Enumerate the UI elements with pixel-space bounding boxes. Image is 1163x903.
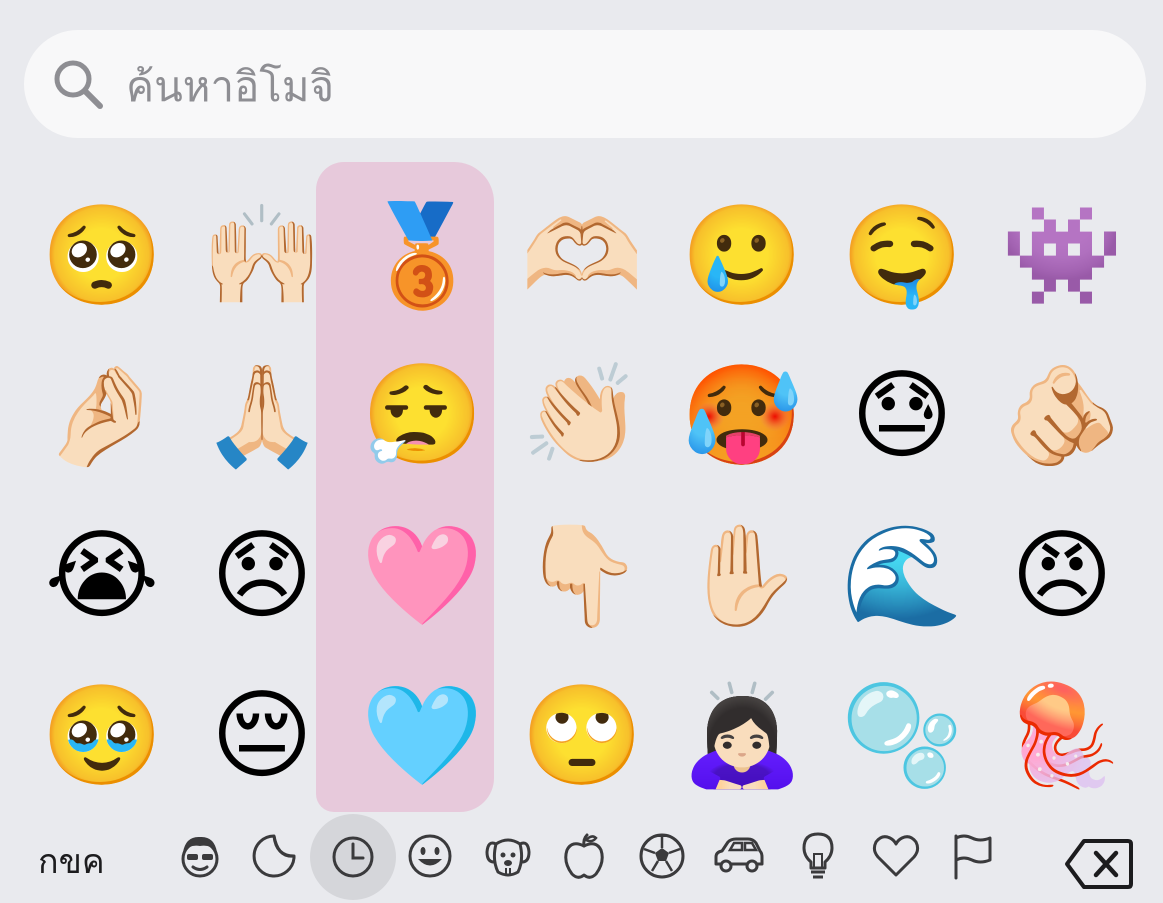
emoji-pleading-face[interactable]: 🥺 [22,176,182,336]
emoji-bubbles[interactable]: 🫧 [822,656,982,816]
category-flags[interactable] [940,824,1004,888]
clock-icon [332,836,374,878]
emoji-medal[interactable]: 🥉 [342,176,502,336]
emoji-face-exhaling[interactable]: 😮‍💨 [342,336,502,496]
emoji-pensive-face[interactable]: 😔 [182,656,342,816]
category-food[interactable] [552,824,616,888]
flag-icon [954,834,992,880]
apple-icon [564,833,604,879]
emoji-grid: 🥺 🙌🏻 🥉 🫶🏻 🥲 🤤 👾 🤌🏻 🙏🏻 😮‍💨 👏🏻 🥵 😓 🫵🏻 😭 😞 … [22,176,1142,816]
emoji-holding-back-tears[interactable]: 🥹 [22,656,182,816]
emoji-pointing-down[interactable]: 👇🏻 [502,496,662,656]
car-icon [714,837,764,873]
emoji-pink-heart[interactable]: 🩷 [342,496,502,656]
heart-icon [872,835,920,877]
category-stickers[interactable] [242,824,306,888]
emoji-smiling-tear[interactable]: 🥲 [662,176,822,336]
emoji-loudly-crying[interactable]: 😭 [22,496,182,656]
smiley-icon [408,834,452,878]
emoji-bowing-woman[interactable]: 🙇🏻‍♀️ [662,656,822,816]
emoji-rolling-eyes[interactable]: 🙄 [502,656,662,816]
emoji-downcast-sweat[interactable]: 😓 [822,336,982,496]
category-activity[interactable] [630,824,694,888]
emoji-hot-face[interactable]: 🥵 [662,336,822,496]
sticker-icon [252,834,296,878]
soccer-ball-icon [639,833,685,879]
search-icon [54,60,103,109]
emoji-drooling-face[interactable]: 🤤 [822,176,982,336]
emoji-light-blue-heart[interactable]: 🩵 [342,656,502,816]
category-travel[interactable] [706,824,770,888]
emoji-clapping-hands[interactable]: 👏🏻 [502,336,662,496]
emoji-alien-monster[interactable]: 👾 [982,176,1142,336]
category-objects[interactable] [786,824,850,888]
category-memoji-stickers[interactable] [168,824,232,888]
category-symbols[interactable] [864,824,928,888]
category-smileys[interactable] [398,824,462,888]
category-frequently-used[interactable] [310,814,396,900]
emoji-folded-hands[interactable]: 🙏🏻 [182,336,342,496]
emoji-pointing-at-viewer[interactable]: 🫵🏻 [982,336,1142,496]
lightbulb-icon [802,832,834,879]
emoji-category-bar: กขค [0,814,1163,903]
emoji-palms-up[interactable]: 🫶🏻 [502,176,662,336]
emoji-disappointed-face[interactable]: 😞 [182,496,342,656]
emoji-raised-hand[interactable]: ✋🏻 [662,496,822,656]
emoji-jellyfish[interactable]: 🪼 [982,656,1142,816]
emoji-angry-face[interactable]: 😠 [982,496,1142,656]
memoji-icon [181,836,219,878]
emoji-search-input[interactable] [126,52,1106,120]
emoji-keyboard: 🥺 🙌🏻 🥉 🫶🏻 🥲 🤤 👾 🤌🏻 🙏🏻 😮‍💨 👏🏻 🥵 😓 🫵🏻 😭 😞 … [0,0,1163,903]
dog-icon [485,838,531,877]
backspace-icon[interactable] [1064,838,1134,890]
category-animals[interactable] [476,824,540,888]
emoji-water-wave[interactable]: 🌊 [822,496,982,656]
emoji-raising-hands[interactable]: 🙌🏻 [182,176,342,336]
emoji-pinched-fingers[interactable]: 🤌🏻 [22,336,182,496]
abc-keyboard-button[interactable]: กขค [38,840,105,884]
